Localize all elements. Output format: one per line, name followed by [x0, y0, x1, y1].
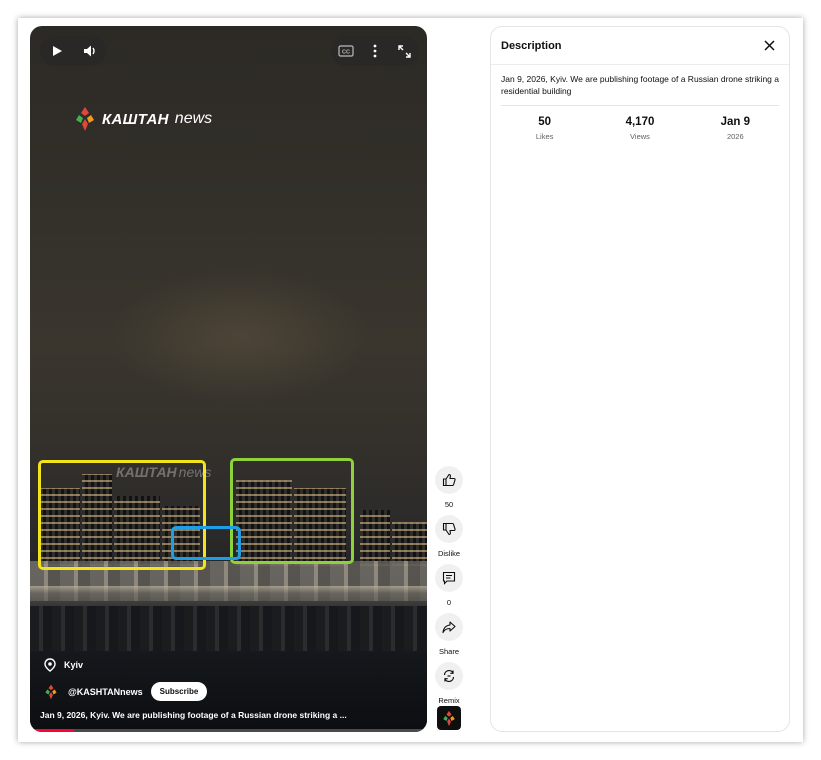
- share-action: Share: [432, 613, 466, 656]
- comment-count: 0: [446, 598, 452, 607]
- more-vert-icon: [373, 44, 377, 58]
- shorts-window: КАШТАН news CC КАШТАН news Kyiv @KASHTAN…: [18, 18, 803, 742]
- stat-value: Jan 9: [720, 116, 751, 128]
- channel-thumbnail[interactable]: [437, 706, 461, 730]
- sky-glow: [110, 266, 370, 406]
- logo-brand-text: КАШТАН: [102, 110, 169, 128]
- video-stats: 50 Likes 4,170 Views Jan 9 2026: [491, 106, 789, 141]
- channel-logo-overlay: КАШТАН news: [74, 106, 212, 132]
- like-count: 50: [444, 500, 454, 509]
- progress-bar[interactable]: [30, 729, 427, 732]
- remix-action: Remix: [432, 662, 466, 705]
- playback-controls: [40, 36, 106, 66]
- channel-handle[interactable]: @KASHTANnews: [68, 687, 143, 697]
- dislike-label: Dislike: [437, 549, 461, 558]
- stat-value: 50: [538, 116, 552, 128]
- like-action: 50: [432, 466, 466, 509]
- share-label: Share: [438, 647, 459, 656]
- chestnut-logo-icon: [45, 684, 57, 699]
- description-title: Description: [501, 39, 562, 52]
- subscribe-button[interactable]: Subscribe: [150, 682, 208, 701]
- location-tag[interactable]: Kyiv: [44, 658, 83, 672]
- close-icon: [763, 40, 775, 51]
- stat-views: 4,170 Views: [595, 116, 685, 141]
- fullscreen-button[interactable]: [392, 39, 416, 63]
- stat-label: Views: [630, 132, 650, 141]
- comment-icon: [442, 571, 456, 585]
- location-name: Kyiv: [64, 660, 84, 670]
- thumbs-up-icon: [442, 473, 456, 487]
- highlight-box-blue: [171, 526, 241, 560]
- remix-button[interactable]: [435, 662, 463, 690]
- video-caption[interactable]: Jan 9, 2026, Kyiv. We are publishing foo…: [40, 710, 420, 720]
- comment-action: 0: [432, 564, 466, 607]
- svg-text:CC: CC: [342, 50, 350, 56]
- channel-avatar[interactable]: [42, 683, 60, 701]
- channel-row: @KASHTANnews Subscribe: [42, 682, 208, 701]
- volume-icon: [83, 45, 95, 57]
- stat-value: 4,170: [625, 116, 655, 128]
- thumbs-down-icon: [442, 522, 456, 536]
- highlight-box-green: [230, 458, 354, 564]
- description-text: Jan 9, 2026, Kyiv. We are publishing foo…: [501, 74, 779, 96]
- stat-label: 2026: [726, 132, 744, 141]
- remix-icon: [443, 669, 455, 683]
- video-watermark: КАШТАН news: [116, 464, 211, 480]
- chestnut-logo-icon: [76, 107, 94, 131]
- stat-likes: 50 Likes: [500, 116, 590, 141]
- watermark-suffix: news: [178, 464, 212, 480]
- share-button[interactable]: [435, 613, 463, 641]
- video-player[interactable]: КАШТАН news CC КАШТАН news Kyiv @KASHTAN…: [30, 26, 427, 732]
- dislike-action: Dislike: [432, 515, 466, 558]
- volume-button[interactable]: [78, 39, 102, 63]
- like-button[interactable]: [435, 466, 463, 494]
- building: [360, 510, 390, 566]
- play-icon: [52, 46, 62, 56]
- logo-suffix-text: news: [174, 110, 213, 127]
- description-panel: Description Jan 9, 2026, Kyiv. We are pu…: [490, 26, 790, 732]
- location-pin-icon: [44, 658, 56, 672]
- player-options: CC: [331, 36, 419, 66]
- dislike-button[interactable]: [435, 515, 463, 543]
- more-button[interactable]: [363, 39, 387, 63]
- captions-button[interactable]: CC: [334, 39, 358, 63]
- progress-bar-fill: [30, 729, 74, 732]
- comment-button[interactable]: [435, 564, 463, 592]
- watermark-brand: КАШТАН: [116, 464, 177, 480]
- fullscreen-icon: [398, 44, 411, 58]
- play-button[interactable]: [45, 39, 69, 63]
- remix-label: Remix: [438, 696, 460, 705]
- close-button[interactable]: [761, 38, 777, 54]
- building: [392, 522, 427, 566]
- closed-captions-icon: CC: [338, 45, 354, 57]
- share-icon: [442, 621, 456, 634]
- stat-date: Jan 9 2026: [690, 116, 780, 141]
- stat-label: Likes: [535, 132, 554, 141]
- chestnut-logo-icon: [443, 710, 455, 726]
- description-header: Description: [491, 27, 789, 65]
